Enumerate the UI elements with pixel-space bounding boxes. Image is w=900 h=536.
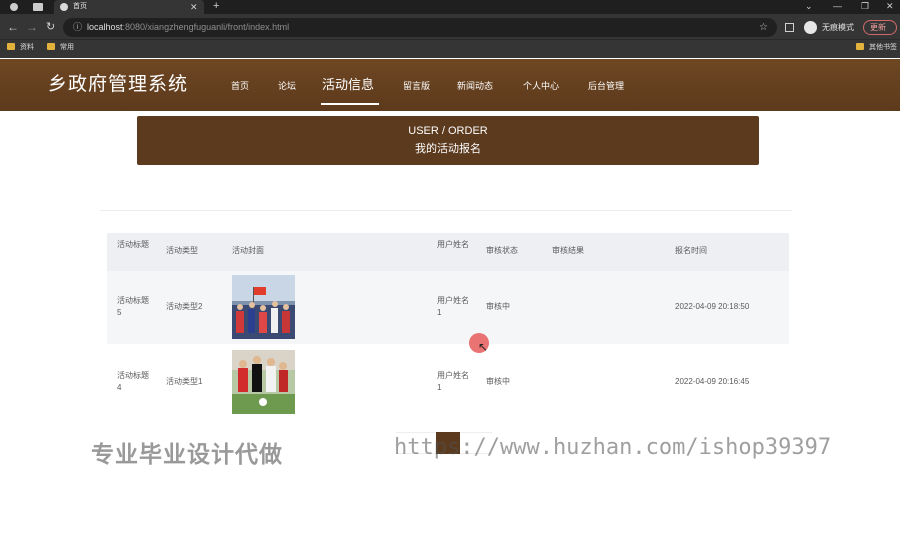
folder-icon [47,43,55,50]
nav-active-underline [321,103,379,105]
header-title: 活动标题 [117,240,149,249]
back-icon[interactable]: ← [7,15,19,39]
row-type: 活动类型2 [166,302,203,311]
incognito-label: 无痕模式 [822,23,854,32]
nav-message-board[interactable]: 留言版 [403,59,430,113]
row-user: 用户姓名1 [437,371,469,392]
header-user: 用户姓名 [437,240,469,249]
banner-title-en: USER / ORDER [408,125,488,137]
header-status: 审核状态 [486,246,518,255]
row-title: 活动标题5 [117,296,149,317]
row-status: 审核中 [486,377,510,386]
bookmark-folder-other[interactable]: 其他书签 [856,42,897,54]
site-title: 乡政府管理系统 [48,74,189,95]
row-time: 2022-04-09 20:18:50 [675,302,750,311]
restore-icon[interactable]: ❐ [861,0,869,12]
close-window-icon[interactable]: ✕ [886,0,894,12]
update-button[interactable]: 更新 [863,20,897,35]
watermark-text: 专业毕业设计代做 [91,441,283,467]
watermark-url: https://www.huzhan.com/ishop39397 [394,435,832,460]
browser-menu-icon[interactable] [10,3,18,11]
nav-personal-center[interactable]: 个人中心 [523,59,559,113]
page: 首页 ✕ + ⌄ — ❐ ✕ ← → ↻ ⓘ localhost:8080/xi… [0,0,900,536]
activity-cover-image[interactable] [232,350,295,414]
header-cover: 活动封面 [232,246,264,255]
nav-home[interactable]: 首页 [231,59,249,113]
row-title: 活动标题4 [117,371,149,392]
nav-news[interactable]: 新闻动态 [457,59,493,113]
header-result: 审核结果 [552,246,584,255]
reload-icon[interactable]: ↻ [46,15,55,39]
nav-forum[interactable]: 论坛 [278,59,296,113]
tab-title: 首页 [73,3,87,10]
bookmark-folder-changyong[interactable]: 常用 [47,42,74,54]
folder-icon [856,43,864,50]
row-type: 活动类型1 [166,377,203,386]
incognito-avatar-icon[interactable] [804,21,817,34]
bookmark-folder-ziliao[interactable]: 资料 [7,42,34,54]
forward-icon[interactable]: → [26,15,38,39]
tab-list-icon[interactable] [33,3,43,11]
site-info-icon[interactable]: ⓘ [73,19,82,36]
folder-icon [7,43,15,50]
banner-title-cn: 我的活动报名 [415,143,481,155]
side-panel-icon[interactable] [785,23,794,32]
row-status: 审核中 [486,302,510,311]
tab-search-icon[interactable]: ⌄ [805,0,813,12]
section-divider [100,210,792,211]
header-time: 报名时间 [675,246,707,255]
row-time: 2022-04-09 20:16:45 [675,377,750,386]
tab-favicon-icon [60,3,68,11]
header-type: 活动类型 [166,246,198,255]
activity-cover-image[interactable] [232,275,295,339]
address-url: localhost:8080/xiangzhengfuguanli/front/… [87,22,290,32]
new-tab-icon[interactable]: + [213,0,219,13]
bookmarks-bar [0,39,900,58]
mouse-cursor-icon: ↖ [478,340,489,354]
nav-admin[interactable]: 后台管理 [588,59,624,113]
row-user: 用户姓名1 [437,296,469,317]
bookmark-star-icon[interactable]: ☆ [759,19,768,36]
tab-close-icon[interactable]: ✕ [190,0,198,14]
minimize-icon[interactable]: — [833,0,842,12]
